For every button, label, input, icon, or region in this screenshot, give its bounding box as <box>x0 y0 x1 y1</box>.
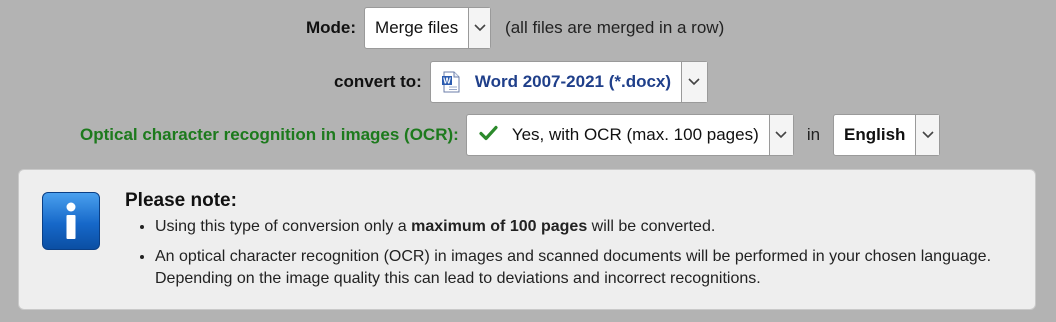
ocr-row: Optical character recognition in images … <box>80 114 941 156</box>
mode-hint: (all files are merged in a row) <box>505 18 725 37</box>
mode-row: Mode: Merge files (all files are merged … <box>306 7 724 49</box>
chevron-down-icon[interactable] <box>915 115 940 155</box>
note-list: Using this type of conversion only a max… <box>125 216 1035 298</box>
convert-row: convert to: W Word 2007-2021 (*.docx) <box>334 61 708 103</box>
mode-label: Mode: <box>306 18 357 37</box>
convert-label: convert to: <box>334 72 422 91</box>
note-item-2: An optical character recognition (OCR) i… <box>155 246 1035 290</box>
chevron-down-icon[interactable] <box>681 62 707 102</box>
note-title: Please note: <box>125 190 237 211</box>
ocr-in-label: in <box>806 125 821 144</box>
checkmark-icon <box>479 125 498 146</box>
ocr-label: Optical character recognition in images … <box>80 125 459 144</box>
info-note: Please note: Using this type of conversi… <box>18 169 1036 310</box>
ocr-select-value: Yes, with OCR (max. 100 pages) <box>511 125 759 144</box>
format-select[interactable]: W Word 2007-2021 (*.docx) <box>429 61 708 103</box>
chevron-down-icon[interactable] <box>768 115 793 155</box>
chevron-down-icon[interactable] <box>468 8 491 48</box>
language-select[interactable]: English <box>833 114 941 156</box>
note-item-1: Using this type of conversion only a max… <box>155 216 1035 238</box>
mode-select-value: Merge files <box>375 18 459 37</box>
note-item-1-bold: maximum of 100 pages <box>411 218 588 235</box>
info-icon <box>42 192 100 250</box>
svg-text:W: W <box>443 77 451 86</box>
language-select-value: English <box>844 125 906 144</box>
ocr-select[interactable]: Yes, with OCR (max. 100 pages) <box>465 114 794 156</box>
format-select-value: Word 2007-2021 (*.docx) <box>474 72 672 91</box>
mode-select[interactable]: Merge files <box>364 7 492 49</box>
word-document-icon: W <box>441 71 461 93</box>
